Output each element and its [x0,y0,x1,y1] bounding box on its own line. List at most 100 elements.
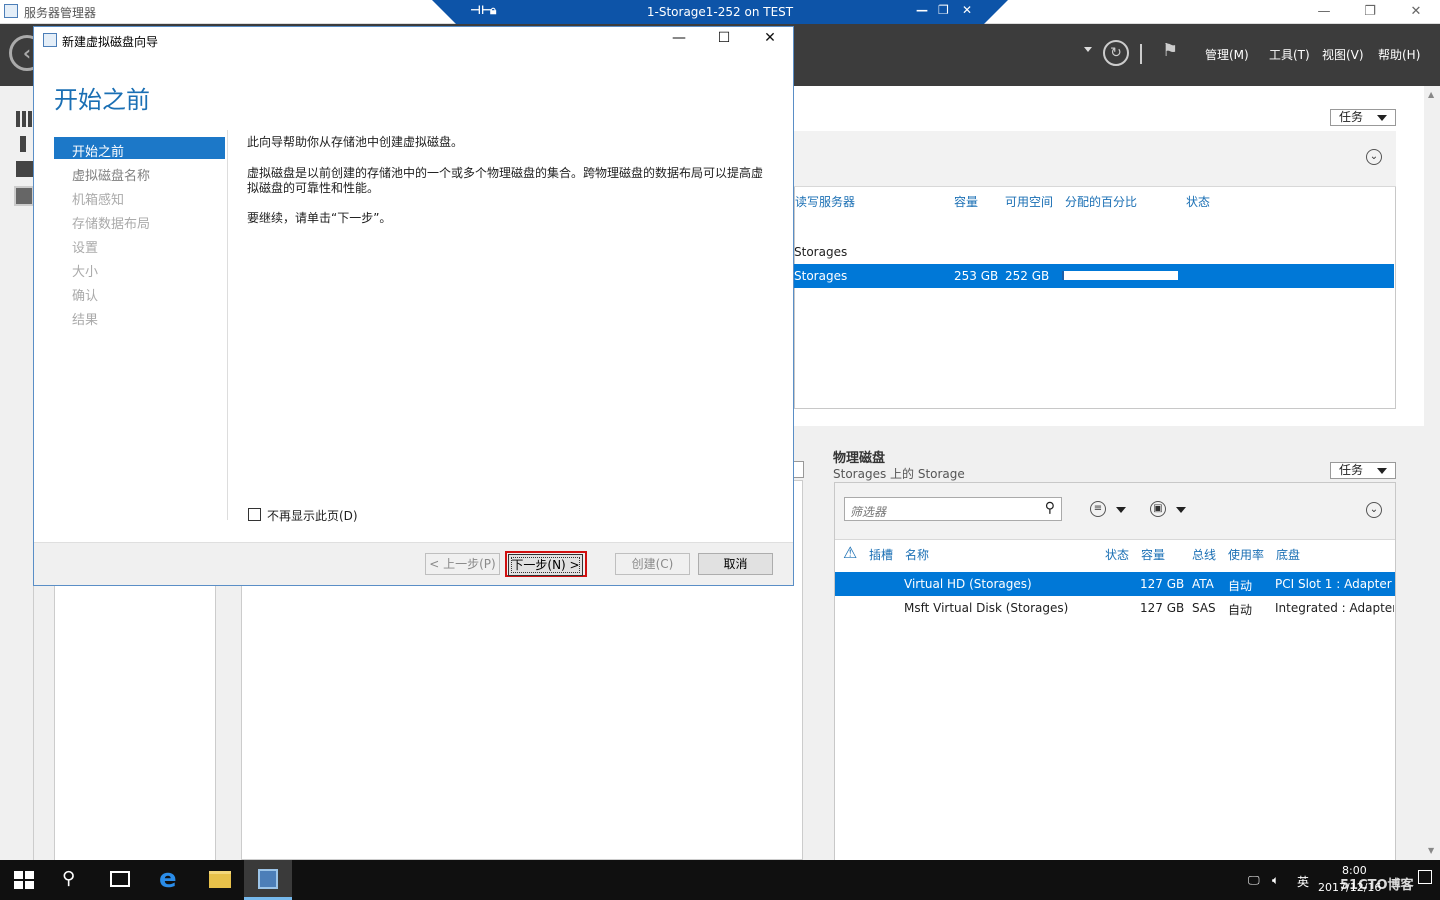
app-title: 服务器管理器 [24,6,97,20]
dont-show-label[interactable]: 不再显示此页(D) [267,507,358,524]
wizard-maximize-icon[interactable]: ☐ [709,30,739,52]
col-pd-capacity[interactable]: 容量 [1141,546,1165,563]
pd-usage: 自动 [1228,579,1253,593]
lower-left-panel [54,585,216,860]
close-icon[interactable]: ✕ [1402,2,1430,22]
wizard-continue-text: 要继续，请单击“下一步”。 [247,211,392,225]
col-rw-server[interactable]: 读写服务器 [795,193,855,210]
menu-tools[interactable]: 工具(T) [1269,46,1310,63]
filter-input[interactable]: 筛选器 ⚲ [844,497,1062,521]
ime-indicator[interactable]: 英 [1297,873,1309,890]
pin-icon[interactable]: ⊣⊢ [470,3,492,17]
col-free-space[interactable]: 可用空间 [1005,193,1053,210]
task-view-icon[interactable] [110,871,130,887]
volume-icon[interactable]: 🔈︎ [1272,873,1279,888]
scroll-down-icon[interactable]: ▼ [1428,846,1434,855]
filter-placeholder: 筛选器 [850,505,887,519]
file-storage-icon[interactable] [14,186,34,206]
dropdown-icon[interactable] [1084,47,1092,52]
scroll-up-icon[interactable]: ▲ [1428,90,1434,99]
server-manager-taskbar-icon [258,869,278,889]
physical-disks-subtitle: Storages 上的 Storage [833,467,965,481]
pd-capacity: 127 GB [1140,577,1185,591]
local-server-icon[interactable] [20,136,26,152]
col-percent-allocated[interactable]: 分配的百分比 [1065,193,1137,210]
wizard-minimize-icon[interactable]: — [664,30,694,52]
refresh-icon[interactable]: ↻ [1103,40,1129,66]
allocation-bar-fill [1062,271,1065,280]
step-enclosure-awareness: 机箱感知 [72,193,125,208]
list-options-dropdown-icon[interactable] [1116,507,1126,513]
pool-group-label: Storages [794,245,848,259]
warning-column-icon[interactable]: ⚠ [843,543,857,562]
rdp-close-icon[interactable]: ✕ [962,3,972,17]
storage-pools-tile-header [794,131,1396,187]
list-options-icon[interactable]: ≡ [1090,501,1106,517]
wizard-title: 新建虚拟磁盘向导 [62,35,159,49]
rdp-restore-icon[interactable]: ❐ [938,3,949,17]
pd-usage: 自动 [1228,603,1253,617]
search-taskbar-icon[interactable]: ⚲ [62,868,75,889]
header-divider [1140,44,1142,64]
pool-tasks-button[interactable]: 任务 [1330,109,1396,126]
search-icon[interactable]: ⚲ [1045,500,1055,516]
notifications-icon[interactable] [1418,870,1432,884]
create-button[interactable]: 创建(C) [615,553,690,575]
col-pd-status[interactable]: 状态 [1105,546,1129,563]
pd-capacity: 127 GB [1140,601,1185,615]
previous-button[interactable]: < 上一步(P) [425,553,500,575]
step-size: 大小 [72,265,99,280]
save-query-dropdown-icon[interactable] [1176,507,1186,513]
network-icon[interactable]: 🖵 [1248,873,1260,888]
save-query-icon[interactable]: ▣ [1150,501,1166,517]
file-explorer-icon[interactable] [209,871,231,888]
server-manager-taskbar-button[interactable] [244,860,292,900]
physical-disks-title: 物理磁盘 [833,451,886,466]
server-manager-icon [4,4,18,18]
minimize-icon[interactable]: — [1310,2,1338,22]
menu-view[interactable]: 视图(V) [1322,46,1364,63]
pd-name: Msft Virtual Disk (Storages) [904,601,1069,615]
col-name[interactable]: 名称 [905,546,929,563]
col-chassis[interactable]: 底盘 [1276,546,1300,563]
col-usage[interactable]: 使用率 [1228,546,1264,563]
pool-row-free: 252 GB [1005,269,1050,283]
step-disk-name[interactable]: 虚拟磁盘名称 [72,165,150,184]
col-status[interactable]: 状态 [1186,193,1210,210]
expand-icon[interactable]: ⌄ [1366,149,1382,165]
start-icon[interactable] [14,871,34,889]
step-settings: 设置 [72,241,99,256]
step-results: 结果 [72,313,99,328]
internet-explorer-icon[interactable]: e [159,864,177,894]
col-capacity[interactable]: 容量 [954,193,978,210]
next-button[interactable]: 下一步(N) > [508,554,583,576]
wizard-close-icon[interactable]: ✕ [755,30,785,52]
wizard-description-line2: 拟磁盘的可靠性和性能。 [247,181,380,195]
rdp-connection-bar: 1-Storage1-252 on TEST ⊣⊢ 🔒︎ — ❐ ✕ [432,0,1008,24]
menu-manage[interactable]: 管理(M) [1205,46,1249,63]
pool-row-name: Storages [794,269,848,283]
wizard-icon [43,33,57,47]
restore-icon[interactable]: ❐ [1356,2,1384,22]
menu-help[interactable]: 帮助(H) [1378,46,1420,63]
pd-chassis: Integrated : Adapter [1275,601,1394,615]
flag-icon[interactable]: ⚑ [1162,40,1178,61]
step-confirmation: 确认 [72,289,99,304]
cancel-button[interactable]: 取消 [698,553,773,575]
all-servers-icon[interactable] [16,161,34,177]
dont-show-checkbox[interactable] [248,508,261,521]
wizard-intro-text: 此向导帮助你从存储池中创建虚拟磁盘。 [247,135,464,149]
wizard-heading: 开始之前 [54,86,150,114]
allocation-bar [1062,271,1178,280]
physical-tasks-button[interactable]: 任务 [1330,462,1396,479]
rdp-minimize-icon[interactable]: — [916,3,928,17]
wizard-divider [227,130,228,520]
col-bus[interactable]: 总线 [1192,546,1216,563]
watermark-text: 51CTO博客 [1340,878,1414,893]
col-slot[interactable]: 插槽 [869,546,893,563]
dashboard-icon[interactable] [16,111,34,127]
physical-expand-icon[interactable]: ⌄ [1366,502,1382,518]
vertical-scrollbar[interactable] [1424,86,1440,860]
pd-bus: ATA [1192,577,1214,591]
step-before-you-begin[interactable]: 开始之前 [72,141,124,160]
